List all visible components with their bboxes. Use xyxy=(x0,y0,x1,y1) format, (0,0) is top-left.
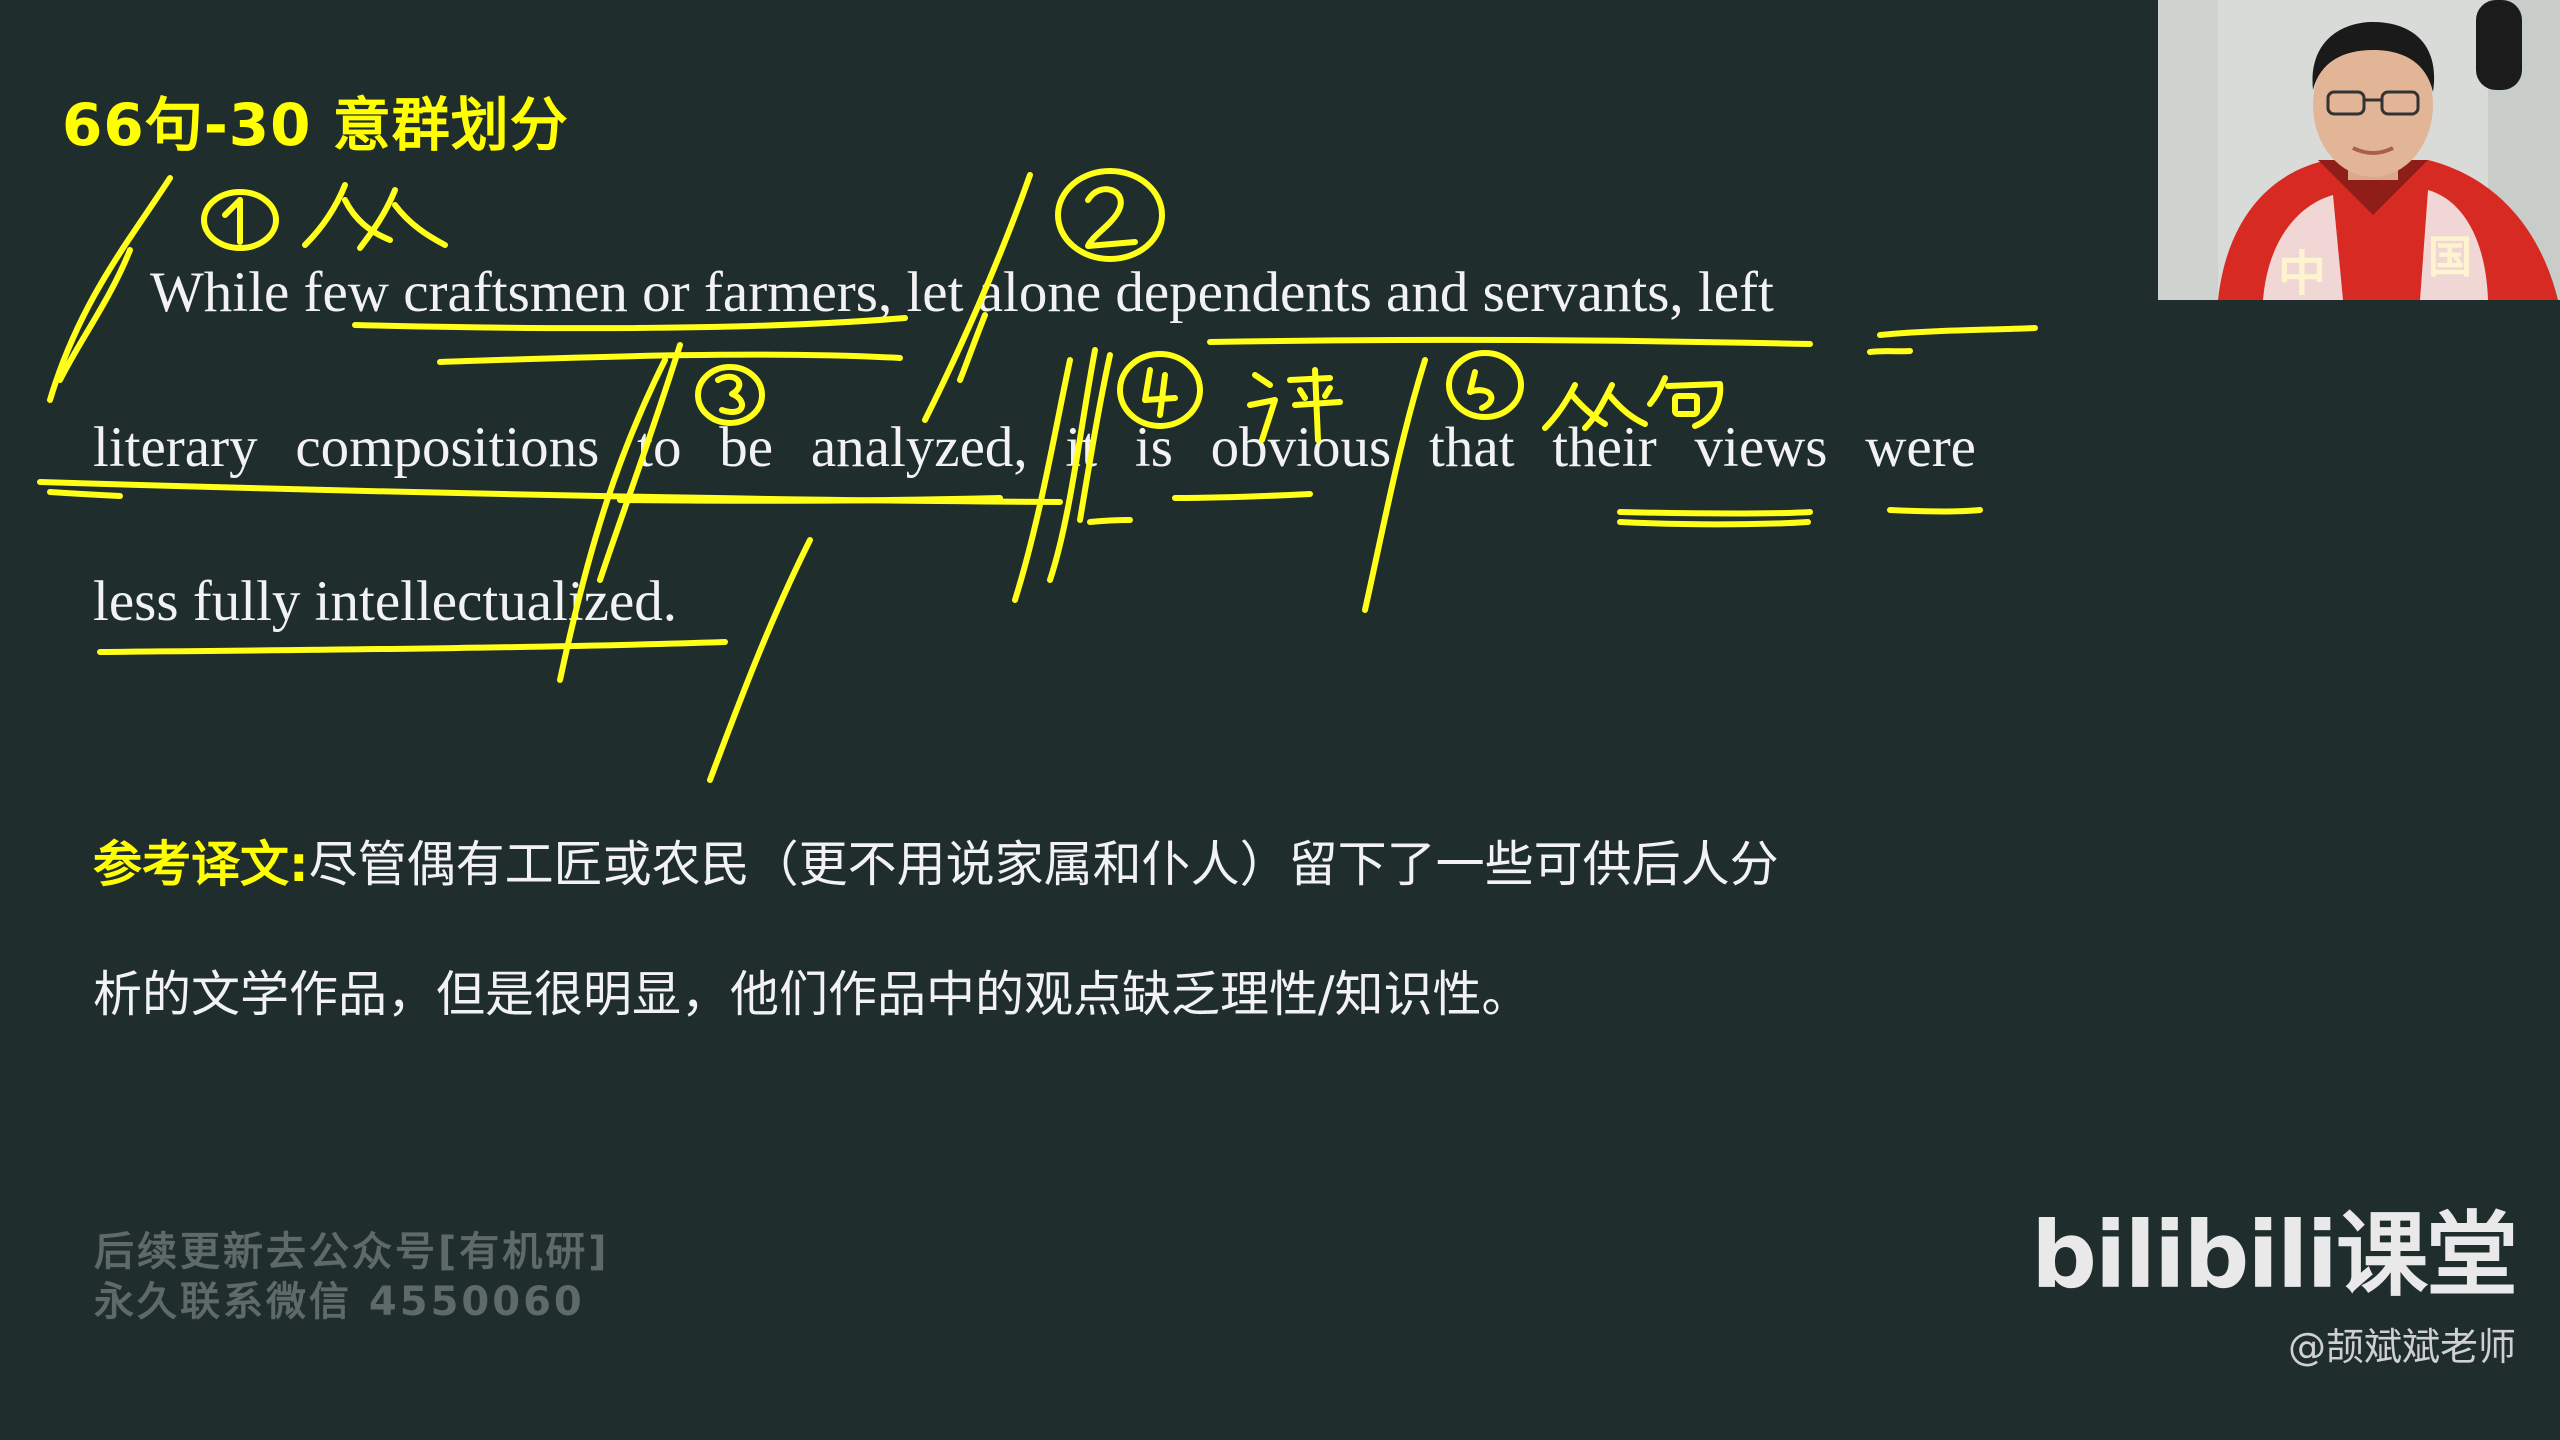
svg-text:中: 中 xyxy=(2278,246,2326,300)
instructor-video: 中 国 xyxy=(2158,0,2560,300)
english-sentence-line-1: While few craftsmen or farmers, let alon… xyxy=(150,261,1774,324)
reference-translation-label: 参考译文: xyxy=(93,836,309,893)
english-sentence-line-2: literary compositions to be analyzed, it… xyxy=(93,416,1976,479)
circle-mark-1 xyxy=(201,189,279,251)
reference-translation-line-2: 析的文学作品，但是很明显，他们作品中的观点缺乏理性/知识性。 xyxy=(93,966,1531,1023)
circle-mark-2 xyxy=(1055,168,1165,262)
svg-text:国: 国 xyxy=(2428,232,2472,283)
english-sentence-line-3: less fully intellectualized. xyxy=(93,570,678,633)
watermark-line-1: 后续更新去公众号[有机研] xyxy=(94,1229,610,1275)
slide-title: 66句-30 意群划分 xyxy=(62,91,569,159)
reference-translation-text-1: 尽管偶有工匠或农民（更不用说家属和仆人）留下了一些可供后人分 xyxy=(308,836,1779,893)
webcam-overlay: 中 国 xyxy=(2158,0,2560,300)
reference-translation-line-1: 参考译文:尽管偶有工匠或农民（更不用说家属和仆人）留下了一些可供后人分 xyxy=(93,840,1779,889)
bilibili-logo: bilibili课堂 xyxy=(2031,1202,2518,1309)
circle-mark-5 xyxy=(1446,350,1524,420)
teacher-handle: @颉斌斌老师 xyxy=(2287,1325,2516,1369)
circle-mark-3 xyxy=(695,364,765,426)
microphone-icon xyxy=(2476,0,2522,90)
video-frame: 66句-30 意群划分 While few craftsmen or farme… xyxy=(0,0,2560,1440)
bilibili-classroom-brand: bilibili课堂 @颉斌斌老师 xyxy=(2031,1202,2518,1371)
watermark-line-2: 永久联系微信 4550060 xyxy=(94,1279,585,1325)
